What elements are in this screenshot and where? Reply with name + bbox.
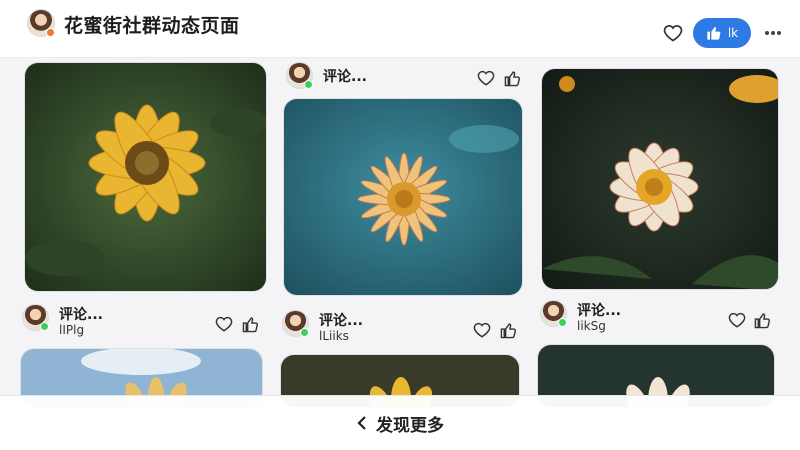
page-title: 花蜜街社群动态页面 bbox=[64, 15, 240, 37]
card-meta-4: 评论... likSg bbox=[538, 298, 778, 338]
comment-link[interactable]: 评论... bbox=[577, 300, 621, 320]
user-avatar[interactable] bbox=[27, 9, 55, 37]
comment-link[interactable]: 评论... bbox=[319, 310, 363, 330]
card-subtitle: lLiiks bbox=[319, 329, 349, 343]
author-avatar[interactable] bbox=[282, 310, 309, 337]
online-dot bbox=[304, 80, 313, 89]
favorite-button[interactable] bbox=[472, 320, 492, 340]
card-meta-2: 评论... bbox=[284, 60, 524, 100]
heart-icon bbox=[473, 322, 491, 338]
top-bar: 花蜜街社群动态页面 lk bbox=[0, 0, 800, 58]
favorite-button[interactable] bbox=[476, 68, 496, 88]
like-label: lk bbox=[727, 26, 739, 40]
author-avatar[interactable] bbox=[540, 300, 567, 327]
thumbs-up-icon bbox=[707, 27, 721, 40]
comment-link[interactable]: 评论... bbox=[323, 66, 367, 86]
author-avatar[interactable] bbox=[22, 304, 49, 331]
online-dot bbox=[40, 322, 49, 331]
thumbs-up-icon bbox=[242, 316, 258, 332]
heart-icon bbox=[215, 316, 233, 332]
favorite-button[interactable] bbox=[727, 310, 747, 330]
like-button[interactable] bbox=[498, 320, 518, 340]
status-dot bbox=[46, 28, 55, 37]
like-button[interactable] bbox=[752, 310, 772, 330]
flower-photo-1[interactable] bbox=[24, 62, 267, 292]
card-meta-3: 评论... lLiiks bbox=[280, 308, 522, 348]
favorite-button[interactable] bbox=[661, 21, 685, 45]
flower-photo-2[interactable] bbox=[283, 98, 523, 296]
more-icon bbox=[765, 31, 781, 35]
discover-more-label: 发现更多 bbox=[376, 415, 444, 436]
card-subtitle: likSg bbox=[577, 319, 606, 333]
discover-more-bar[interactable]: 发现更多 bbox=[0, 395, 800, 450]
flower-photo-3[interactable] bbox=[541, 68, 779, 290]
heart-icon bbox=[728, 312, 746, 328]
card-subtitle: lIPlg bbox=[59, 323, 85, 337]
heart-icon bbox=[477, 70, 495, 86]
like-button[interactable] bbox=[240, 314, 260, 334]
heart-icon bbox=[663, 25, 683, 42]
comment-link[interactable]: 评论... bbox=[59, 304, 103, 324]
like-button[interactable]: lk bbox=[693, 18, 751, 48]
chevron-left-icon bbox=[357, 416, 366, 430]
thumbs-up-icon bbox=[500, 322, 516, 338]
online-dot bbox=[300, 328, 309, 337]
thumbs-up-icon bbox=[504, 70, 520, 86]
card-meta-1: 评论... lIPlg bbox=[20, 302, 265, 342]
like-button[interactable] bbox=[502, 68, 522, 88]
more-button[interactable] bbox=[761, 21, 785, 45]
online-dot bbox=[558, 318, 567, 327]
favorite-button[interactable] bbox=[214, 314, 234, 334]
author-avatar[interactable] bbox=[286, 62, 313, 89]
thumbs-up-icon bbox=[754, 312, 770, 328]
